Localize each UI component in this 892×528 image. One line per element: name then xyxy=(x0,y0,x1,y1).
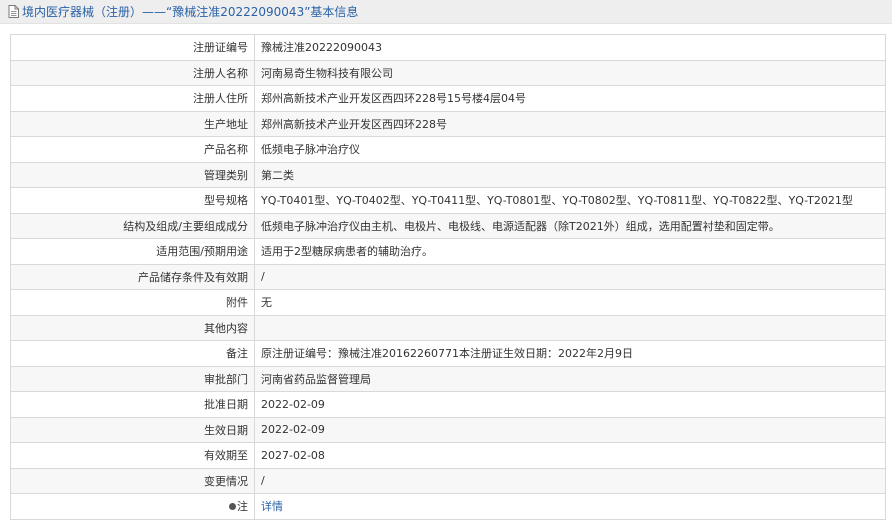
info-table: 注册证编号 豫械注准20222090043 注册人名称 河南易奇生物科技有限公司 注册人… xyxy=(10,34,886,520)
table-row: 注册人名称 河南易奇生物科技有限公司 xyxy=(10,59,886,86)
field-label: 有效期至 xyxy=(10,442,255,469)
field-value xyxy=(254,314,886,341)
table-row: 附件无 xyxy=(10,289,886,316)
field-label: 结构及组成/主要组成成分 xyxy=(10,212,255,239)
field-value: 原注册证编号：豫械注准20162260771本注册证生效日期：2022年2月9日 xyxy=(254,340,886,367)
field-value: YQ-T0401型、YQ-T0402型、YQ-T0411型、YQ-T0801型、… xyxy=(254,187,886,214)
field-label: 注册人住所 xyxy=(10,85,255,112)
field-label: 审批部门 xyxy=(10,365,255,392)
table-row: 产品储存条件及有效期 / xyxy=(10,263,886,290)
document-icon xyxy=(8,5,19,18)
field-label: 附件 xyxy=(10,289,255,316)
field-label: 型号规格 xyxy=(10,187,255,214)
table-row: 注册证编号 豫械注准20222090043 xyxy=(10,34,886,61)
field-label: 注册证编号 xyxy=(10,34,255,61)
field-label: 注册人名称 xyxy=(10,59,255,86)
table-row: 结构及组成/主要组成成分 低频电子脉冲治疗仪由主机、电极片、电极线、电源适配器（除… xyxy=(10,212,886,239)
table-row: 型号规格 YQ-T0401型、YQ-T0402型、YQ-T0411型、YQ-T08… xyxy=(10,187,886,214)
note-row: 注详情 xyxy=(10,493,886,520)
field-label: 批准日期 xyxy=(10,391,255,418)
field-value: 低频电子脉冲治疗仪由主机、电极片、电极线、电源适配器（除T2021外）组成，选用… xyxy=(254,212,886,239)
field-label: 变更情况 xyxy=(10,467,255,494)
field-value: 河南省药品监督管理局 xyxy=(254,365,886,392)
table-row: 管理类别 第二类 xyxy=(10,161,886,188)
note-value-cell: 详情 xyxy=(254,493,886,520)
table-row: 注册人住所 郑州高新技术产业开发区西四环228号15号楼4层04号 xyxy=(10,85,886,112)
field-value: 低频电子脉冲治疗仪 xyxy=(254,136,886,163)
field-value: 郑州高新技术产业开发区西四环228号 xyxy=(254,110,886,137)
note-label-cell: 注 xyxy=(10,493,255,520)
field-value: 无 xyxy=(254,289,886,316)
note-label: 注 xyxy=(237,500,248,514)
field-value: 第二类 xyxy=(254,161,886,188)
field-label: 生产地址 xyxy=(10,110,255,137)
field-label: 产品名称 xyxy=(10,136,255,163)
table-row: 审批部门 河南省药品监督管理局 xyxy=(10,365,886,392)
field-label: 生效日期 xyxy=(10,416,255,443)
table-row: 变更情况 / xyxy=(10,467,886,494)
field-value: 郑州高新技术产业开发区西四环228号15号楼4层04号 xyxy=(254,85,886,112)
table-row: 有效期至 2027-02-08 xyxy=(10,442,886,469)
table-row: 批准日期 2022-02-09 xyxy=(10,391,886,418)
field-value: 2027-02-08 xyxy=(254,442,886,469)
table-row: 备注 原注册证编号：豫械注准20162260771本注册证生效日期：2022年2月… xyxy=(10,340,886,367)
field-value: 豫械注准20222090043 xyxy=(254,34,886,61)
table-row: 产品名称 低频电子脉冲治疗仪 xyxy=(10,136,886,163)
field-label: 备注 xyxy=(10,340,255,367)
table-row: 其他内容 xyxy=(10,314,886,341)
dot-icon xyxy=(229,502,236,510)
table-row: 生产地址 郑州高新技术产业开发区西四环228号 xyxy=(10,110,886,137)
field-label: 管理类别 xyxy=(10,161,255,188)
table-row: 生效日期 2022-02-09 xyxy=(10,416,886,443)
field-value: 适用于2型糖尿病患者的辅助治疗。 xyxy=(254,238,886,265)
field-value: 2022-02-09 xyxy=(254,391,886,418)
page-title: 境内医疗器械（注册）——“豫械注准20222090043”基本信息 xyxy=(22,5,359,19)
field-value: / xyxy=(254,263,886,290)
field-value: / xyxy=(254,467,886,494)
table-row: 适用范围/预期用途 适用于2型糖尿病患者的辅助治疗。 xyxy=(10,238,886,265)
field-label: 适用范围/预期用途 xyxy=(10,238,255,265)
field-label: 其他内容 xyxy=(10,314,255,341)
page-header: 境内医疗器械（注册）——“豫械注准20222090043”基本信息 xyxy=(0,0,892,24)
page: 境内医疗器械（注册）——“豫械注准20222090043”基本信息 注册证编号豫… xyxy=(0,0,892,528)
field-value: 河南易奇生物科技有限公司 xyxy=(254,59,886,86)
details-link[interactable]: 详情 xyxy=(261,500,283,513)
field-value: 2022-02-09 xyxy=(254,416,886,443)
field-label: 产品储存条件及有效期 xyxy=(10,263,255,290)
